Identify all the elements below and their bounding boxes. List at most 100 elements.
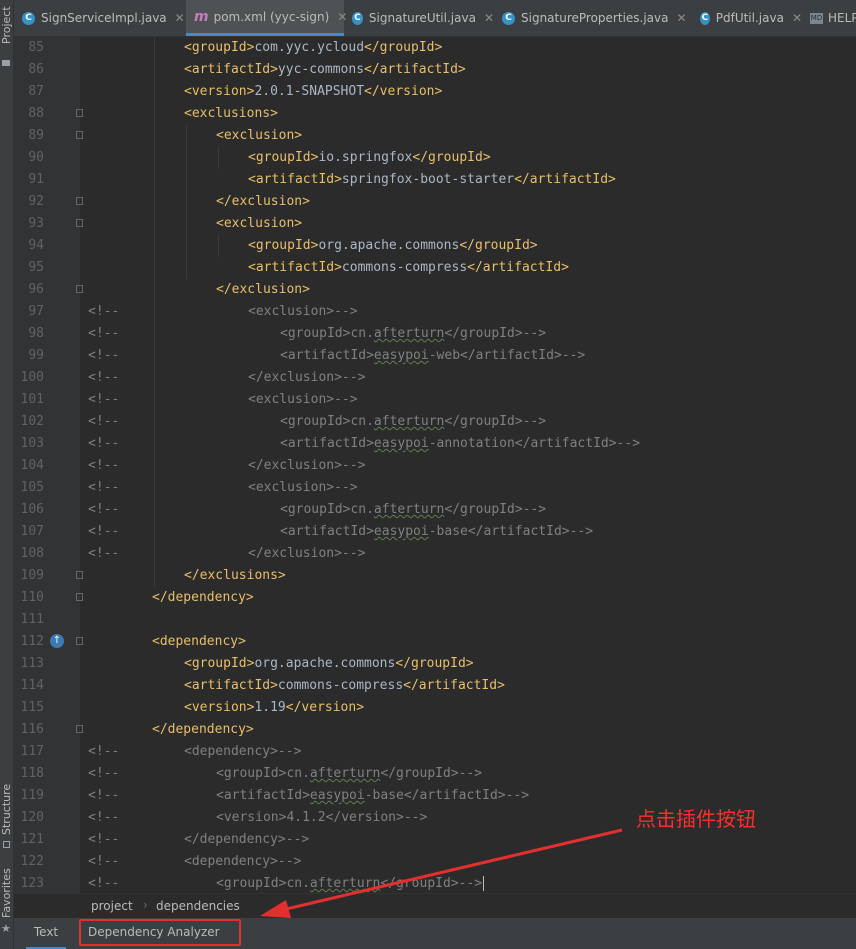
code-line[interactable]: 107 <!-- <artifactId>easypoi-base</artifac… <box>14 521 856 543</box>
tab-help[interactable]: MD HELP <box>802 0 856 36</box>
code-line[interactable]: 117 <!-- <dependency>--> <box>14 741 856 763</box>
code-line[interactable]: 110 </dependency> <box>14 587 856 609</box>
code-line[interactable]: 121 <!-- </dependency>--> <box>14 829 856 851</box>
structure-tool-tab[interactable]: Structure <box>0 783 13 855</box>
code-text: <groupId>org.apache.commons</groupId> <box>248 238 538 253</box>
code-line[interactable]: 112 ↑ <dependency> <box>14 631 856 653</box>
code-line[interactable]: 114 <artifactId>commons-compress</artifac… <box>14 675 856 697</box>
line-number: 100 <box>20 370 44 385</box>
code-line[interactable]: 116 </dependency> <box>14 719 856 741</box>
fold-marker-icon[interactable] <box>76 637 83 645</box>
code-line[interactable]: 95 <artifactId>commons-compress</artifact… <box>14 257 856 279</box>
breadcrumb-item-project[interactable]: project <box>91 899 133 913</box>
structure-tool-label: Structure <box>0 783 13 835</box>
code-line[interactable]: 123 <!-- <groupId>cn.afterturn</groupId>--… <box>14 873 856 893</box>
comment-prefix: <!-- <box>88 480 120 495</box>
fold-marker-icon[interactable] <box>76 219 83 227</box>
code-line[interactable]: 105 <!-- <exclusion>--> <box>14 477 856 499</box>
code-line[interactable]: 101 <!-- <exclusion>--> <box>14 389 856 411</box>
code-line[interactable]: 108 <!-- </exclusion>--> <box>14 543 856 565</box>
close-icon[interactable]: ✕ <box>792 11 802 25</box>
close-icon[interactable]: ✕ <box>677 11 687 25</box>
code-line[interactable]: 96 </exclusion> <box>14 279 856 301</box>
code-line[interactable]: 122 <!-- <dependency>--> <box>14 851 856 873</box>
code-line[interactable]: 113 <groupId>org.apache.commons</groupId> <box>14 653 856 675</box>
code-text: </exclusion>--> <box>248 370 366 385</box>
code-line[interactable]: 94 <groupId>org.apache.commons</groupId> <box>14 235 856 257</box>
fold-marker-icon[interactable] <box>76 593 83 601</box>
code-line[interactable]: 104 <!-- </exclusion>--> <box>14 455 856 477</box>
tab-label: SignatureUtil.java <box>368 11 476 25</box>
code-line[interactable]: 109 </exclusions> <box>14 565 856 587</box>
comment-prefix: <!-- <box>88 810 120 825</box>
line-number: 96 <box>28 282 44 297</box>
code-text: <exclusions> <box>184 106 278 121</box>
line-number: 106 <box>20 502 44 517</box>
code-text: <groupId>org.apache.commons</groupId> <box>184 656 474 671</box>
override-marker-icon[interactable]: ↑ <box>50 634 64 648</box>
code-line[interactable]: 115 <version>1.19</version> <box>14 697 856 719</box>
fold-marker-icon[interactable] <box>76 571 83 579</box>
tab-signatureproperties[interactable]: C SignatureProperties.java ✕ <box>494 0 692 36</box>
code-line[interactable]: 99 <!-- <artifactId>easypoi-web</artifactI… <box>14 345 856 367</box>
code-editor[interactable]: 85 <groupId>com.yyc.ycloud</groupId> 86 <ar… <box>14 37 856 893</box>
code-text: <exclusion>--> <box>248 480 358 495</box>
fold-marker-icon[interactable] <box>76 285 83 293</box>
code-line[interactable]: 90 <groupId>io.springfox</groupId> <box>14 147 856 169</box>
code-text: <exclusion> <box>216 128 303 143</box>
code-line[interactable]: 97 <!-- <exclusion>--> <box>14 301 856 323</box>
code-text: </exclusion> <box>216 194 310 209</box>
comment-prefix: <!-- <box>88 414 120 429</box>
code-line[interactable]: 85 <groupId>com.yyc.ycloud</groupId> <box>14 37 856 59</box>
breadcrumb-item-dependencies[interactable]: dependencies <box>156 899 240 913</box>
fold-marker-icon[interactable] <box>76 131 83 139</box>
code-line[interactable]: 86 <artifactId>yyc-commons</artifactId> <box>14 59 856 81</box>
tab-text[interactable]: Text <box>26 918 66 949</box>
line-number: 95 <box>28 260 44 275</box>
code-text: <artifactId>easypoi-annotation</artifact… <box>280 436 641 451</box>
line-number: 93 <box>28 216 44 231</box>
code-line[interactable]: 100 <!-- </exclusion>--> <box>14 367 856 389</box>
code-line[interactable]: 88 <exclusions> <box>14 103 856 125</box>
favorites-tool-tab[interactable]: Favorites ★ <box>0 868 13 940</box>
code-line[interactable]: 89 <exclusion> <box>14 125 856 147</box>
fold-marker-icon[interactable] <box>76 109 83 117</box>
comment-prefix: <!-- <box>88 876 120 891</box>
fold-marker-icon[interactable] <box>76 197 83 205</box>
line-number: 114 <box>20 678 44 693</box>
line-number: 107 <box>20 524 44 539</box>
line-number: 87 <box>28 84 44 99</box>
line-number: 112 <box>20 634 44 649</box>
line-number: 85 <box>28 40 44 55</box>
fold-marker-icon[interactable] <box>76 725 83 733</box>
code-line[interactable]: 103 <!-- <artifactId>easypoi-annotation</a… <box>14 433 856 455</box>
tab-signserviceimpl[interactable]: C SignServiceImpl.java ✕ <box>14 0 186 36</box>
close-icon[interactable]: ✕ <box>484 11 494 25</box>
indent-guide <box>154 37 155 587</box>
line-number: 122 <box>20 854 44 869</box>
project-tool-tab[interactable]: Project <box>0 0 13 66</box>
close-icon[interactable]: ✕ <box>175 11 185 25</box>
code-line[interactable]: 87 <version>2.0.1-SNAPSHOT</version> <box>14 81 856 103</box>
code-text: <exclusion>--> <box>248 304 358 319</box>
markdown-icon: MD <box>810 12 823 24</box>
tab-signatureutil[interactable]: C SignatureUtil.java ✕ <box>344 0 494 36</box>
code-text: <artifactId>springfox-boot-starter</arti… <box>248 172 616 187</box>
text-caret <box>483 876 485 891</box>
comment-prefix: <!-- <box>88 458 120 473</box>
tab-pom-xml[interactable]: m pom.xml (yyc-sign) ✕ <box>186 0 347 36</box>
code-line[interactable]: 118 <!-- <groupId>cn.afterturn</groupId>--… <box>14 763 856 785</box>
code-line[interactable]: 102 <!-- <groupId>cn.afterturn</groupId>--… <box>14 411 856 433</box>
code-line[interactable]: 93 <exclusion> <box>14 213 856 235</box>
code-line[interactable]: 111 <box>14 609 856 631</box>
tab-pdfutil[interactable]: C PdfUtil.java ✕ <box>692 0 802 36</box>
comment-prefix: <!-- <box>88 546 120 561</box>
code-line[interactable]: 98 <!-- <groupId>cn.afterturn</groupId>--> <box>14 323 856 345</box>
line-number: 104 <box>20 458 44 473</box>
line-number: 86 <box>28 62 44 77</box>
line-number: 88 <box>28 106 44 121</box>
code-line[interactable]: 91 <artifactId>springfox-boot-starter</ar… <box>14 169 856 191</box>
code-line[interactable]: 106 <!-- <groupId>cn.afterturn</groupId>--… <box>14 499 856 521</box>
comment-prefix: <!-- <box>88 854 120 869</box>
code-line[interactable]: 92 </exclusion> <box>14 191 856 213</box>
